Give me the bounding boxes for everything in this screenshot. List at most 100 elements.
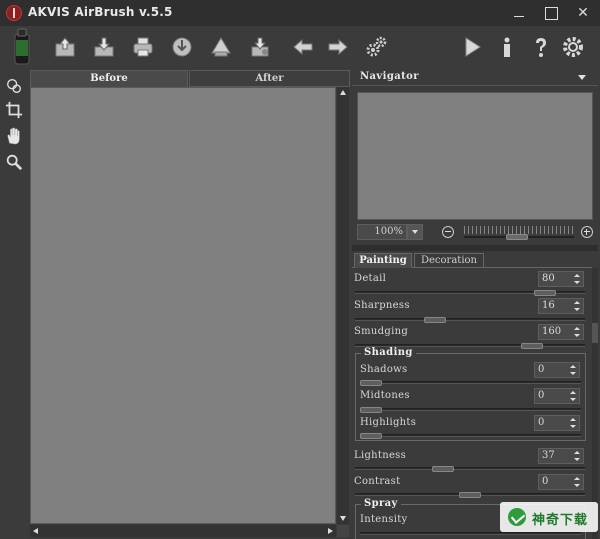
panel-divider[interactable] xyxy=(352,245,598,251)
crop-tool-icon[interactable] xyxy=(4,100,24,120)
lightness-spinbox[interactable]: 37 xyxy=(538,448,584,464)
decrement-icon[interactable] xyxy=(574,281,580,284)
highlights-slider-thumb[interactable] xyxy=(360,433,382,439)
midtones-slider-track[interactable] xyxy=(360,408,581,411)
highlights-value: 0 xyxy=(538,417,545,428)
redo-icon[interactable] xyxy=(325,34,351,60)
navigator-title: Navigator xyxy=(360,71,419,82)
lightness-slider-track[interactable] xyxy=(355,467,585,470)
sharpness-slider-track[interactable] xyxy=(355,318,585,321)
midtones-spinbox[interactable]: 0 xyxy=(534,388,580,404)
tab-painting[interactable]: Painting xyxy=(354,253,412,268)
image-canvas[interactable] xyxy=(30,87,336,524)
contrast-label: Contrast xyxy=(354,476,401,487)
decrement-icon[interactable] xyxy=(574,334,580,337)
zoom-slider-thumb[interactable] xyxy=(506,234,528,240)
increment-icon[interactable] xyxy=(574,301,580,304)
save-image-icon[interactable] xyxy=(91,34,117,60)
hand-tool-icon[interactable] xyxy=(4,126,24,146)
lightness-label: Lightness xyxy=(354,450,407,461)
smudging-slider-thumb[interactable] xyxy=(521,343,544,349)
share-icon[interactable] xyxy=(169,34,195,60)
spray-group-title: Spray xyxy=(361,498,401,509)
increment-icon[interactable] xyxy=(570,365,576,368)
sharpness-spinbox[interactable]: 16 xyxy=(538,298,584,314)
collapse-arrow-icon[interactable] xyxy=(578,75,586,80)
settings-scroll-thumb[interactable] xyxy=(592,323,598,343)
canvas-vertical-scrollbar[interactable] xyxy=(337,87,349,524)
shadows-label: Shadows xyxy=(360,364,408,375)
toolbar xyxy=(0,26,600,68)
lightness-value: 37 xyxy=(542,450,555,461)
print-icon[interactable] xyxy=(130,34,156,60)
intensity-slider-track[interactable] xyxy=(360,532,581,535)
settings-gears-icon[interactable] xyxy=(363,34,389,60)
tab-before[interactable]: Before xyxy=(30,70,188,87)
increment-icon[interactable] xyxy=(570,391,576,394)
app-logo-icon xyxy=(6,5,22,21)
increment-icon[interactable] xyxy=(574,274,580,277)
navigator-preview[interactable] xyxy=(357,92,593,220)
settings-scrollbar[interactable] xyxy=(592,268,598,539)
help-icon[interactable] xyxy=(528,34,554,60)
decrement-icon[interactable] xyxy=(570,398,576,401)
detail-spinbox[interactable]: 80 xyxy=(538,271,584,287)
scroll-down-icon[interactable] xyxy=(340,516,346,521)
highlights-spinbox[interactable]: 0 xyxy=(534,415,580,431)
undo-icon[interactable] xyxy=(290,34,316,60)
increment-icon[interactable] xyxy=(574,451,580,454)
smudging-label: Smudging xyxy=(354,326,409,337)
zoom-out-icon[interactable] xyxy=(442,226,454,238)
window-title: AKVIS AirBrush v.5.5 xyxy=(28,5,173,19)
zoom-field[interactable]: 100% xyxy=(357,224,407,240)
decrement-icon[interactable] xyxy=(570,425,576,428)
scroll-corner xyxy=(337,525,349,537)
zoom-in-icon[interactable] xyxy=(581,226,593,238)
minimize-button[interactable] xyxy=(510,4,528,22)
info-icon[interactable] xyxy=(494,34,520,60)
increment-icon[interactable] xyxy=(574,477,580,480)
highlights-slider-track[interactable] xyxy=(360,434,581,437)
decrement-icon[interactable] xyxy=(574,484,580,487)
scroll-up-icon[interactable] xyxy=(340,90,346,95)
decrement-icon[interactable] xyxy=(574,458,580,461)
decrement-icon[interactable] xyxy=(574,308,580,311)
detail-slider-thumb[interactable] xyxy=(533,290,556,296)
midtones-value: 0 xyxy=(538,390,545,401)
increment-icon[interactable] xyxy=(574,327,580,330)
decrement-icon[interactable] xyxy=(570,372,576,375)
preferences-icon[interactable] xyxy=(560,34,586,60)
leaf-logo-icon xyxy=(508,508,526,526)
navigator-header: Navigator xyxy=(352,70,598,86)
shadows-spinbox[interactable]: 0 xyxy=(534,362,580,378)
contrast-slider-thumb[interactable] xyxy=(459,492,481,498)
shading-group-title: Shading xyxy=(361,347,416,358)
zoom-scale-ticks xyxy=(464,226,574,234)
batch-icon[interactable] xyxy=(208,34,234,60)
lightness-slider-thumb[interactable] xyxy=(431,466,454,472)
canvas-horizontal-scrollbar[interactable] xyxy=(30,525,336,537)
shadows-slider-track[interactable] xyxy=(360,381,581,384)
title-bar: AKVIS AirBrush v.5.5 ✕ xyxy=(0,0,600,26)
zoom-dropdown-button[interactable] xyxy=(407,224,423,240)
maximize-button[interactable] xyxy=(542,4,560,22)
smudging-spinbox[interactable]: 160 xyxy=(538,324,584,340)
zoom-tool-icon[interactable] xyxy=(4,152,24,172)
increment-icon[interactable] xyxy=(570,418,576,421)
detail-value: 80 xyxy=(542,273,555,284)
airbrush-tool-icon[interactable] xyxy=(4,76,24,96)
scroll-left-icon[interactable] xyxy=(33,528,38,534)
midtones-slider-thumb[interactable] xyxy=(360,407,382,413)
tab-after[interactable]: After xyxy=(189,70,350,87)
intensity-label: Intensity xyxy=(360,514,408,525)
open-image-icon[interactable] xyxy=(52,34,78,60)
run-icon[interactable] xyxy=(459,34,485,60)
plugin-icon[interactable] xyxy=(247,34,273,60)
tab-decoration[interactable]: Decoration xyxy=(414,253,484,268)
sharpness-slider-thumb[interactable] xyxy=(423,317,446,323)
scroll-right-icon[interactable] xyxy=(328,528,333,534)
contrast-spinbox[interactable]: 0 xyxy=(538,474,584,490)
shadows-slider-thumb[interactable] xyxy=(360,380,382,386)
highlights-label: Highlights xyxy=(360,417,417,428)
close-button[interactable]: ✕ xyxy=(574,4,592,22)
